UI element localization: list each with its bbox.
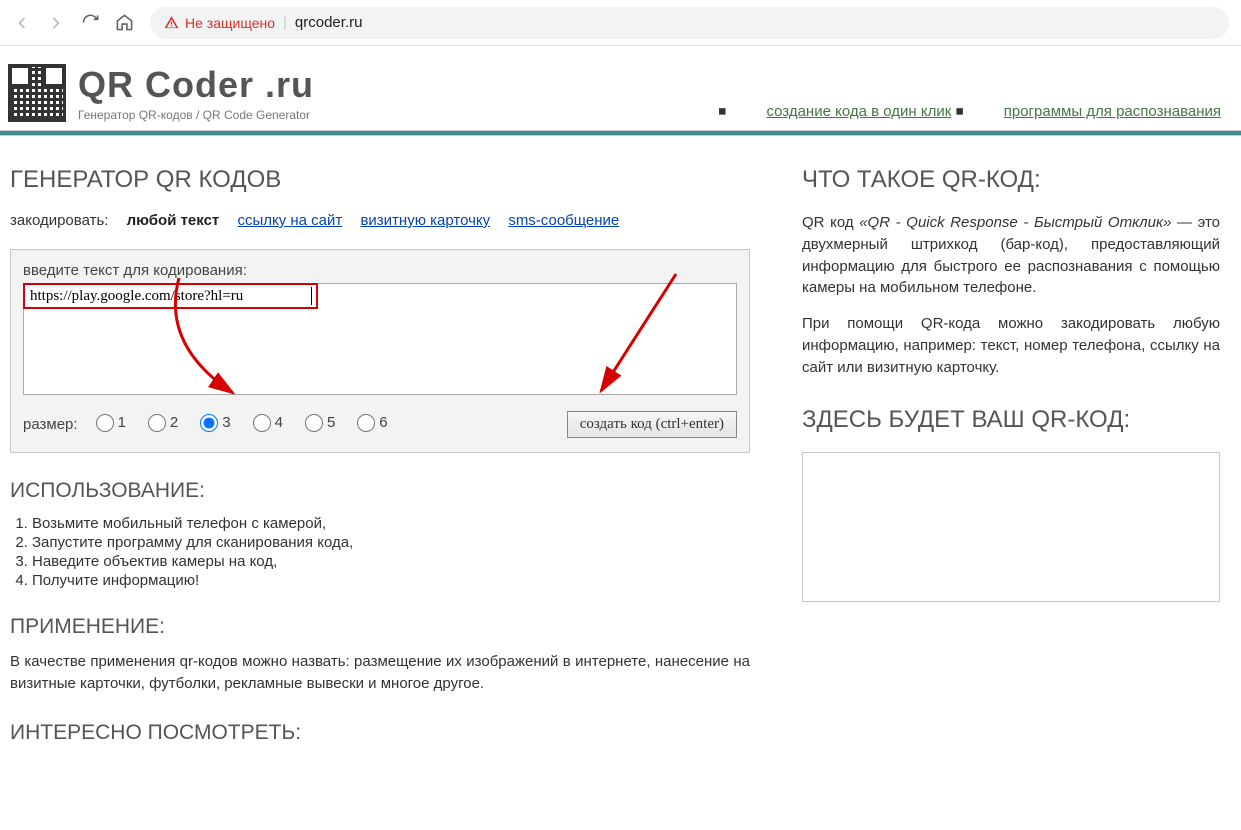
text-caret <box>311 287 312 305</box>
size-radio-5[interactable]: 5 <box>305 414 335 432</box>
site-title: QR Coder .ru <box>78 64 314 106</box>
usage-step: Возьмите мобильный телефон с камерой, <box>32 515 750 532</box>
tab-sms[interactable]: sms-сообщение <box>508 212 619 229</box>
header-links: ◼ создание кода в один клик ◼ программы дл… <box>718 103 1221 120</box>
form-box: введите текст для кодирования: размер: 1… <box>10 249 750 453</box>
square-bullet-icon: ◼ <box>718 106 726 117</box>
not-secure-label: Не защищено <box>185 15 275 31</box>
main-heading: ГЕНЕРАТОР QR КОДОВ <box>10 166 750 194</box>
warning-triangle-icon <box>164 15 179 30</box>
size-radio-6[interactable]: 6 <box>357 414 387 432</box>
side-what-p2: При помощи QR-кода можно закодировать лю… <box>802 313 1220 378</box>
tab-vcard[interactable]: визитную карточку <box>360 212 490 229</box>
url-domain: qrcoder.ru <box>295 14 363 31</box>
interesting-heading: ИНТЕРЕСНО ПОСМОТРЕТЬ: <box>10 721 750 745</box>
usage-step: Запустите программу для сканирования код… <box>32 534 750 551</box>
tab-link[interactable]: ссылку на сайт <box>237 212 342 229</box>
browser-nav <box>12 13 134 33</box>
size-radio-4[interactable]: 4 <box>253 414 283 432</box>
application-text: В качестве применения qr-кодов можно наз… <box>10 651 750 695</box>
usage-heading: ИСПОЛЬЗОВАНИЕ: <box>10 479 750 503</box>
qr-result-placeholder <box>802 452 1220 602</box>
qr-logo-icon <box>8 64 66 122</box>
side-what-p1: QR код «QR - Quick Response - Быстрый От… <box>802 212 1220 299</box>
tab-any-text[interactable]: любой текст <box>127 212 220 229</box>
not-secure-warning: Не защищено <box>164 15 275 31</box>
usage-list: Возьмите мобильный телефон с камерой, За… <box>10 515 750 589</box>
size-label: размер: <box>23 416 78 433</box>
browser-toolbar: Не защищено | qrcoder.ru <box>0 0 1241 46</box>
back-icon[interactable] <box>12 13 32 33</box>
site-subtitle: Генератор QR-кодов / QR Code Generator <box>78 108 314 122</box>
size-radio-3[interactable]: 3 <box>200 414 230 432</box>
link-one-click[interactable]: создание кода в один клик <box>766 103 951 120</box>
size-radio-2[interactable]: 2 <box>148 414 178 432</box>
square-bullet-icon: ◼ <box>955 106 963 117</box>
url-separator: | <box>283 14 287 31</box>
text-input[interactable] <box>23 283 737 395</box>
usage-step: Получите информацию! <box>32 572 750 589</box>
encode-label: закодировать: <box>10 212 108 229</box>
input-label: введите текст для кодирования: <box>23 262 737 279</box>
encode-tabs: закодировать: любой текст ссылку на сайт… <box>10 212 750 229</box>
application-heading: ПРИМЕНЕНИЕ: <box>10 615 750 639</box>
usage-step: Наведите объектив камеры на код, <box>32 553 750 570</box>
home-icon[interactable] <box>114 13 134 33</box>
side-result-heading: ЗДЕСЬ БУДЕТ ВАШ QR-КОД: <box>802 406 1220 434</box>
url-bar[interactable]: Не защищено | qrcoder.ru <box>150 7 1229 39</box>
site-header: QR Coder .ru Генератор QR-кодов / QR Cod… <box>0 46 1241 130</box>
create-button[interactable]: создать код (ctrl+enter) <box>567 411 737 438</box>
size-radio-1[interactable]: 1 <box>96 414 126 432</box>
reload-icon[interactable] <box>80 13 100 33</box>
link-programs[interactable]: программы для распознавания <box>1004 103 1221 120</box>
forward-icon[interactable] <box>46 13 66 33</box>
side-what-heading: ЧТО ТАКОЕ QR-КОД: <box>802 166 1220 194</box>
